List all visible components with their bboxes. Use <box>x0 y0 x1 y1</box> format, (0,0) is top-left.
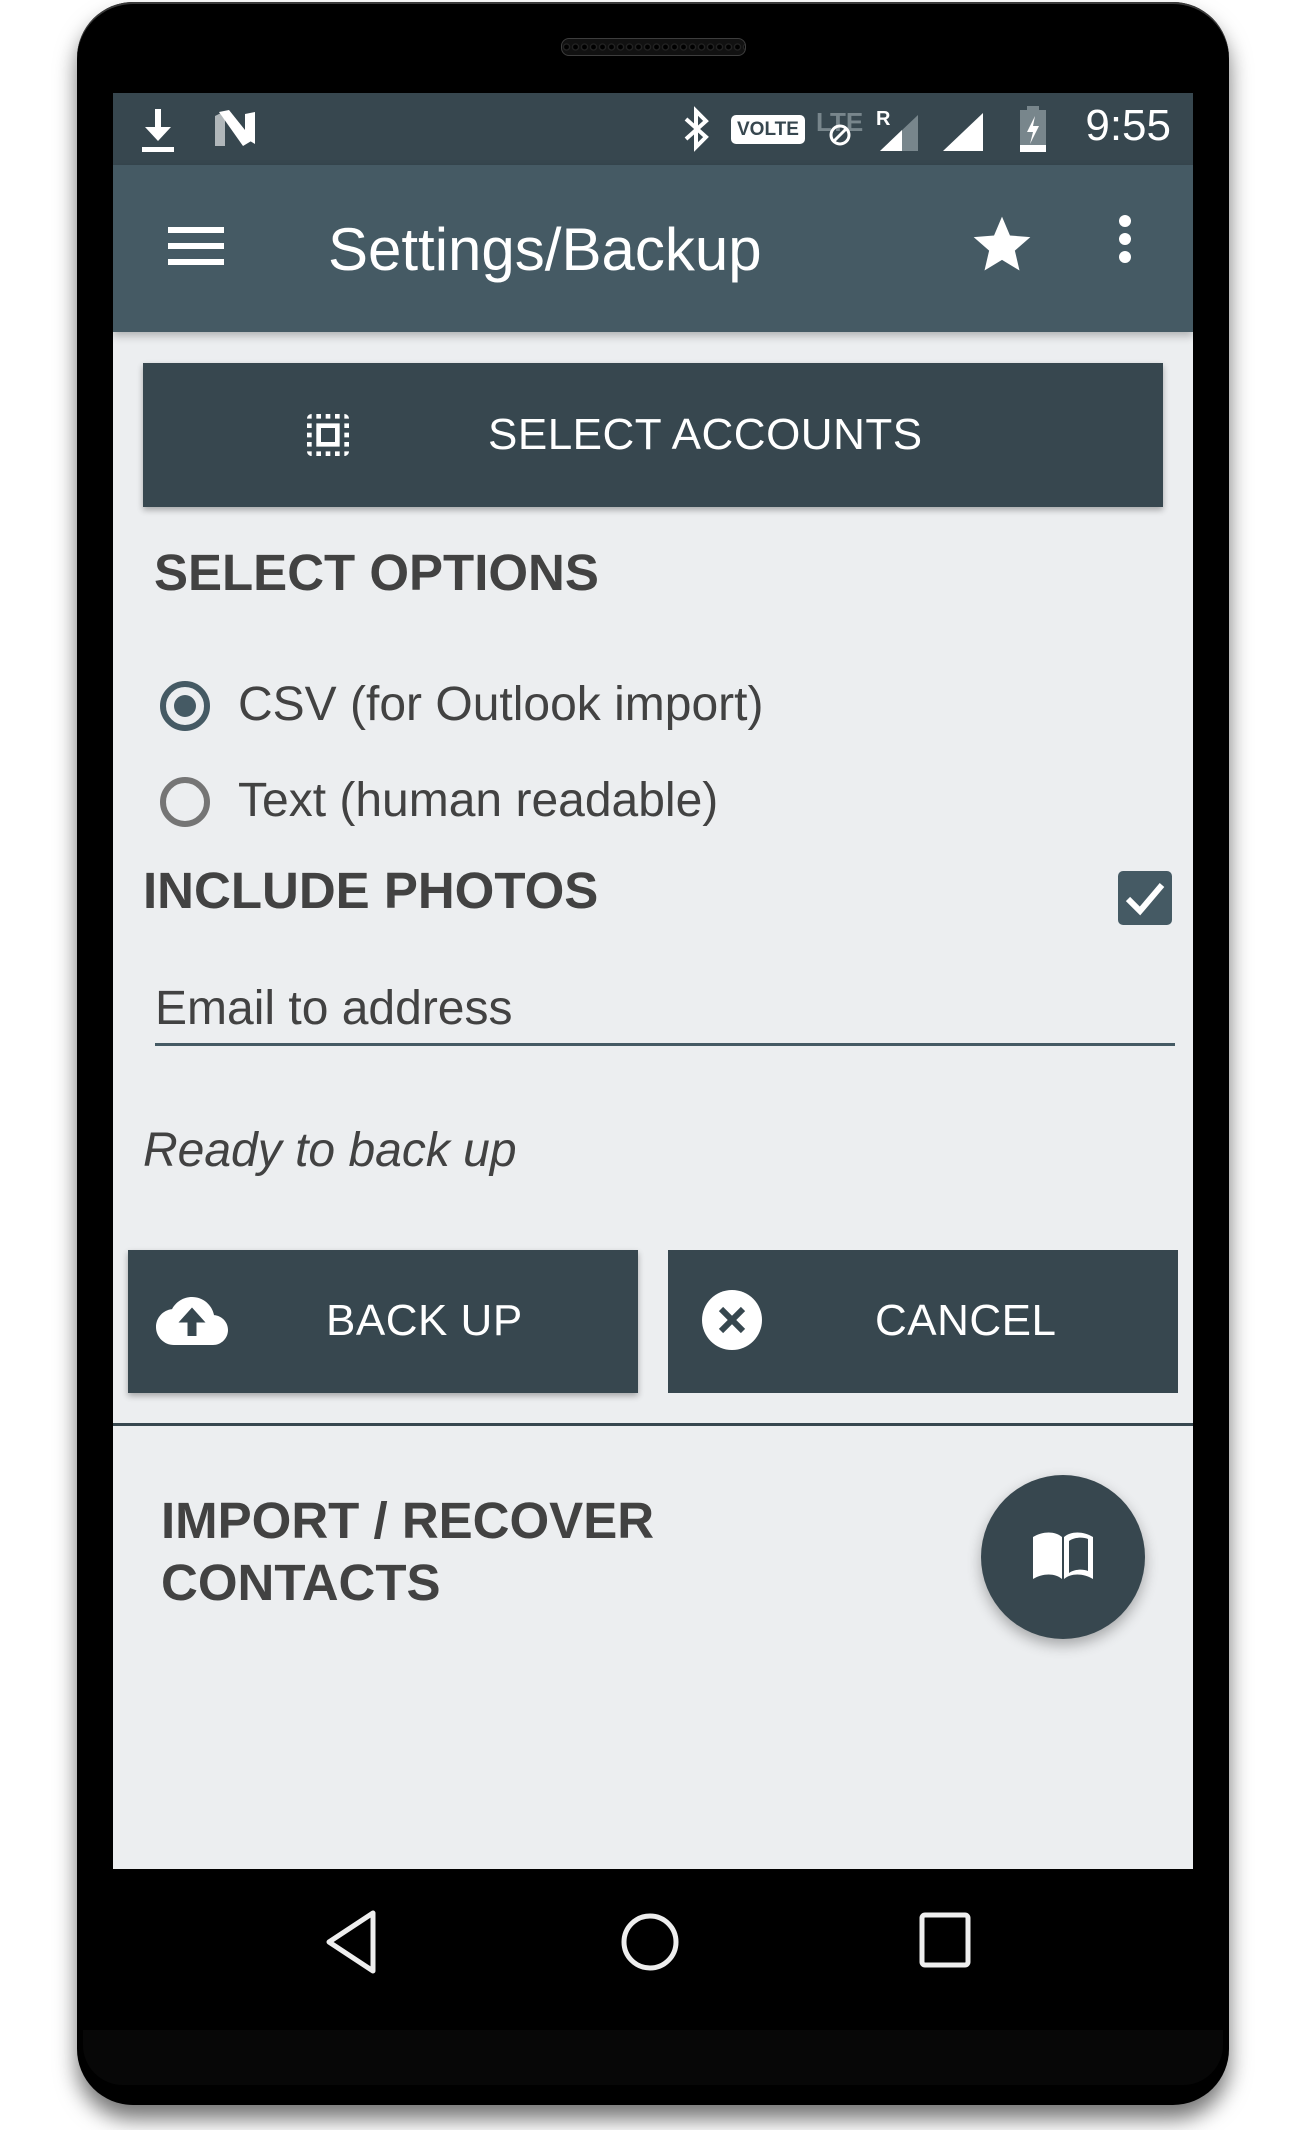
svg-text:LTE: LTE <box>816 107 863 137</box>
nav-home-button[interactable] <box>618 1909 682 1980</box>
back-up-label: BACK UP <box>326 1296 523 1345</box>
cancel-label: CANCEL <box>875 1296 1057 1345</box>
select-options-heading: SELECT OPTIONS <box>154 544 599 601</box>
bluetooth-icon <box>682 93 712 165</box>
cancel-button[interactable]: CANCEL <box>668 1250 1178 1393</box>
screen: VOLTE LTE R 9:55 Settings/Backup SELECT … <box>113 93 1193 1869</box>
more-vert-icon[interactable] <box>1105 215 1145 285</box>
status-message: Ready to back up <box>143 1124 517 1177</box>
checkmark-icon <box>1125 883 1165 916</box>
include-photos-label: INCLUDE PHOTOS <box>143 862 599 919</box>
download-icon <box>141 93 175 165</box>
select-accounts-label: SELECT ACCOUNTS <box>488 410 923 459</box>
import-contacts-fab[interactable] <box>981 1475 1145 1639</box>
home-circle-icon <box>621 1913 679 1971</box>
import-heading-line2: CONTACTS <box>161 1554 441 1611</box>
roaming-signal-icon: R <box>876 93 924 165</box>
section-divider <box>113 1423 1193 1426</box>
lte-disabled-icon: LTE <box>816 93 868 165</box>
app-bar: Settings/Backup <box>113 165 1193 332</box>
page-title: Settings/Backup <box>328 216 762 283</box>
radio-option-csv[interactable]: CSV (for Outlook import) <box>113 678 813 731</box>
cancel-circle-icon <box>702 1290 762 1350</box>
select-accounts-button[interactable]: SELECT ACCOUNTS <box>143 363 1163 507</box>
radio-button-unselected[interactable] <box>160 777 210 827</box>
select-all-icon <box>307 414 349 456</box>
svg-text:R: R <box>876 108 891 130</box>
menu-icon[interactable] <box>168 227 224 267</box>
back-triangle-icon <box>326 1910 376 1974</box>
star-icon[interactable] <box>968 211 1036 279</box>
navigation-bar <box>113 1869 1193 2019</box>
n-notification-icon <box>215 93 257 165</box>
volte-icon: VOLTE <box>731 93 805 165</box>
cloud-upload-icon <box>156 1297 228 1345</box>
book-open-icon <box>1033 1532 1093 1579</box>
back-up-button[interactable]: BACK UP <box>128 1250 638 1393</box>
radio-button-selected[interactable] <box>160 681 210 731</box>
import-heading-line1: IMPORT / RECOVER <box>161 1492 655 1549</box>
recents-square-icon <box>919 1912 971 1968</box>
radio-label-csv: CSV (for Outlook import) <box>238 678 764 731</box>
nav-recents-button[interactable] <box>918 1911 974 1976</box>
status-bar: VOLTE LTE R 9:55 <box>113 93 1193 165</box>
nav-back-button[interactable] <box>323 1909 383 1980</box>
import-recover-heading: IMPORT / RECOVER CONTACTS <box>161 1490 654 1614</box>
email-placeholder: Email to address <box>155 982 513 1035</box>
phone-speaker <box>561 38 746 56</box>
signal-icon <box>941 93 985 165</box>
include-photos-checkbox[interactable] <box>1118 871 1172 925</box>
radio-option-text[interactable]: Text (human readable) <box>113 774 813 827</box>
clock: 9:55 <box>1085 101 1171 150</box>
battery-charging-icon <box>1018 93 1048 165</box>
phone-chin <box>83 2030 1223 2085</box>
email-field[interactable]: Email to address <box>155 973 1175 1046</box>
radio-label-text: Text (human readable) <box>238 774 719 827</box>
